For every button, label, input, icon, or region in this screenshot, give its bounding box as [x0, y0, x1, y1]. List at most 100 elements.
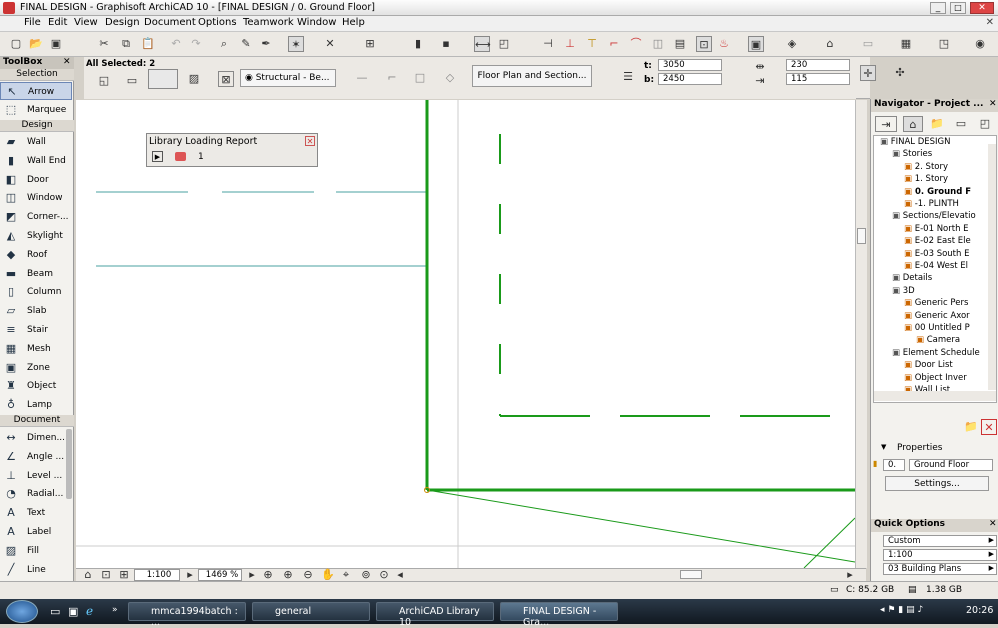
tool-slab[interactable]: ▱ Slab	[0, 302, 72, 320]
line-icon[interactable]: —	[354, 70, 370, 86]
close-button[interactable]: ✕	[970, 2, 994, 14]
tree-item[interactable]: ▣ E-03 South E	[904, 249, 992, 261]
tool-arrow[interactable]: ↖ Arrow	[0, 82, 72, 100]
tool-window[interactable]: ◫ Window	[0, 189, 72, 207]
tree-item[interactable]: ▣ 2. Story	[904, 162, 992, 174]
bottom-height-field[interactable]: 2450	[658, 73, 722, 85]
grid-snap-icon[interactable]: ✛	[860, 65, 876, 81]
navigator-mode-icon[interactable]: ⇥	[875, 116, 897, 132]
toolbox-close-icon[interactable]: ✕	[63, 57, 71, 67]
tool-fill[interactable]: ▨ Fill	[0, 542, 72, 560]
schedule-icon[interactable]: ▦	[898, 36, 914, 52]
layer-icon[interactable]: ▪	[438, 36, 454, 52]
tool-beam[interactable]: ▬ Beam	[0, 265, 72, 283]
curve-icon[interactable]: ⌒	[628, 36, 644, 52]
snap-icon[interactable]: ⊞	[362, 36, 378, 52]
tool-wall[interactable]: ▰ Wall	[0, 133, 72, 151]
settings-button[interactable]: Settings...	[885, 476, 989, 491]
tool-stair[interactable]: ≡ Stair	[0, 321, 72, 339]
tree-item[interactable]: ▣ Details	[892, 273, 992, 285]
publish-icon[interactable]: ◳	[936, 36, 952, 52]
tool-column[interactable]: ▯ Column	[0, 283, 72, 301]
mirror-icon[interactable]: ⟷	[474, 36, 491, 52]
gravity-icon[interactable]: ✶	[288, 36, 304, 52]
minimize-button[interactable]: _	[930, 2, 946, 14]
taskbar-overflow-icon[interactable]: »	[112, 605, 118, 615]
mdi-close-icon[interactable]: ✕	[986, 17, 994, 28]
tree-item[interactable]: ▣ FINAL DESIGN	[880, 137, 992, 149]
tree-item[interactable]: ▣ Door List	[904, 360, 992, 372]
tool-label[interactable]: A Label	[0, 523, 72, 541]
wall-shape-icon[interactable]: ▭	[124, 73, 140, 89]
navigator-close-icon[interactable]: ✕	[989, 99, 997, 109]
split-icon[interactable]: ⊣	[540, 36, 556, 52]
menu-window[interactable]: Window	[297, 17, 336, 28]
undo-icon[interactable]: ↶	[168, 36, 184, 52]
tree-item[interactable]: ▣ Generic Pers	[904, 298, 992, 310]
menu-document[interactable]: Document	[144, 17, 196, 28]
composite-icon[interactable]	[148, 69, 178, 89]
collapse-icon[interactable]: ▼	[881, 443, 886, 451]
tree-item[interactable]: ▣ Sections/Elevatio	[892, 211, 992, 223]
tool-roof[interactable]: ◆ Roof	[0, 246, 72, 264]
open-icon[interactable]: 📂	[28, 36, 44, 52]
document-header[interactable]: Document	[0, 415, 74, 427]
view-map-icon[interactable]: 📁	[929, 116, 945, 132]
lamp-icon[interactable]: ♨	[716, 36, 732, 52]
tool-door[interactable]: ◧ Door	[0, 171, 72, 189]
rotated-rect-icon[interactable]: ◇	[442, 70, 458, 86]
offset-field[interactable]: 115	[786, 73, 850, 85]
zoom-field[interactable]: 1469 %	[198, 569, 242, 581]
tool-object[interactable]: ♜ Object	[0, 377, 72, 395]
delete-icon[interactable]: ✕	[981, 419, 997, 435]
suspend-groups-icon[interactable]: ⊡	[696, 36, 712, 52]
menu-file[interactable]: File	[24, 17, 41, 28]
offset-icon[interactable]: ◰	[496, 36, 512, 52]
tool-zone[interactable]: ▣ Zone	[0, 359, 72, 377]
group-icon[interactable]: ▤	[672, 36, 688, 52]
menu-edit[interactable]: Edit	[48, 17, 67, 28]
tool-angle[interactable]: ∠ Angle ...	[0, 448, 72, 466]
tree-item[interactable]: ▣ 0. Ground F	[904, 187, 992, 199]
inject-icon[interactable]: ✒	[258, 36, 274, 52]
story-name-field[interactable]: Ground Floor	[909, 459, 993, 471]
scale-field[interactable]: 1:100	[134, 569, 180, 581]
vertical-scrollbar[interactable]	[855, 100, 867, 568]
show-desktop-icon[interactable]: ▭	[50, 605, 60, 618]
quick-option-dropdown[interactable]: 03 Building Plans ▶	[883, 563, 997, 575]
step-icon[interactable]: ⌐	[384, 70, 400, 86]
tool-level[interactable]: ⊥ Level ...	[0, 467, 72, 485]
fillet-icon[interactable]: ⌐	[606, 36, 622, 52]
trim-icon[interactable]: ✕	[322, 36, 338, 52]
tree-item[interactable]: ▣ E-04 West El	[904, 261, 992, 273]
menu-help[interactable]: Help	[342, 17, 365, 28]
project-map-icon[interactable]: ⌂	[903, 116, 923, 132]
tree-item[interactable]: ▣ Generic Axor	[904, 311, 992, 323]
ie-icon[interactable]: ℯ	[86, 604, 93, 618]
tool-marquee[interactable]: ⬚ Marquee	[0, 101, 72, 119]
floor-plan-section-button[interactable]: Floor Plan and Section...	[472, 65, 592, 87]
ref-line-icon[interactable]: ⊠	[218, 71, 234, 87]
save-icon[interactable]: ▣	[48, 36, 64, 52]
menu-view[interactable]: View	[74, 17, 98, 28]
adjust-icon[interactable]: ⊥	[562, 36, 578, 52]
tree-item[interactable]: ▣ E-02 East Ele	[904, 236, 992, 248]
horizontal-scrollbar-top[interactable]	[84, 90, 856, 99]
task-archicad-library[interactable]: ArchiCAD Library 10	[376, 602, 494, 628]
task-mmca-batch[interactable]: mmca1994batch : ...	[128, 602, 246, 628]
menu-teamwork[interactable]: Teamwork	[243, 17, 294, 28]
tool-mesh[interactable]: ▦ Mesh	[0, 340, 72, 358]
toolbox-scrollbar[interactable]	[66, 429, 72, 499]
tree-item[interactable]: ▣ Camera	[916, 335, 992, 347]
layout-book-icon[interactable]: ▭	[953, 116, 969, 132]
new-icon[interactable]: ▢	[8, 36, 24, 52]
quick-option-dropdown[interactable]: Custom ▶	[883, 535, 997, 547]
options-icon[interactable]: ◉	[972, 36, 988, 52]
vertical-scroll-thumb[interactable]	[857, 228, 866, 244]
tree-item[interactable]: ▣ Stories	[892, 149, 992, 161]
menu-design[interactable]: Design	[105, 17, 140, 28]
tool-text[interactable]: A Text	[0, 504, 72, 522]
start-button[interactable]	[6, 600, 38, 623]
fill-pattern-icon[interactable]: ▨	[186, 71, 202, 87]
redo-icon[interactable]: ↷	[188, 36, 204, 52]
